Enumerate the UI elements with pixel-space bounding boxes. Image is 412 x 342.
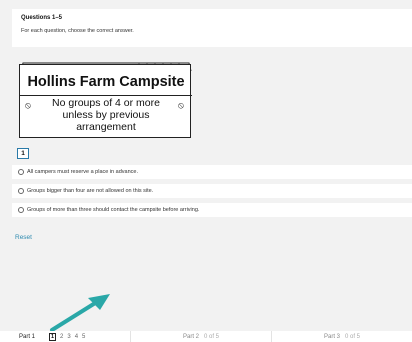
prohibited-icon: ⦸ (178, 100, 184, 110)
question-nav-button[interactable]: 3 (67, 334, 70, 340)
question-nav-button[interactable]: 4 (75, 334, 78, 340)
current-question-button[interactable]: 1 (49, 332, 57, 341)
campsite-sign-image: Hollins Farm Campsite ⦸ ⦸ No groups of 4… (19, 61, 194, 141)
question-number: 1 (17, 148, 29, 159)
pointer-arrow-icon (50, 294, 110, 332)
question-nav-button[interactable]: 5 (82, 334, 85, 340)
sign-line-1: No groups of 4 or more (52, 97, 160, 109)
part3-count: 0 of 5 (345, 333, 361, 340)
part1-label: Part 1 (19, 333, 36, 340)
part1-nav[interactable]: Part 1 1 2 3 4 5 (0, 331, 130, 342)
sign-body: No groups of 4 or more unless by previou… (42, 97, 170, 133)
instructions-panel: Questions 1–5 For each question, choose … (12, 9, 412, 47)
question-nav-button[interactable]: 2 (60, 334, 63, 340)
answer-option-b[interactable]: Groups bigger than four are not allowed … (12, 184, 412, 198)
question-navigation: Part 1 1 2 3 4 5 Part 2 0 of 5 Part 3 0 … (0, 331, 412, 342)
option-label: All campers must reserve a place in adva… (27, 169, 138, 175)
option-label: Groups bigger than four are not allowed … (27, 188, 154, 194)
answer-option-c[interactable]: Groups of more than three should contact… (12, 203, 412, 217)
part2-label: Part 2 (182, 333, 199, 340)
part3-label: Part 3 (323, 333, 340, 340)
sign-board: Hollins Farm Campsite ⦸ ⦸ No groups of 4… (19, 64, 192, 138)
reset-link[interactable]: Reset (15, 234, 32, 241)
part2-count: 0 of 5 (204, 333, 220, 340)
sign-line-2: unless by previous (62, 109, 150, 121)
prohibited-icon: ⦸ (25, 100, 31, 110)
sign-line-3: arrangement (76, 121, 136, 133)
option-label: Groups of more than three should contact… (27, 207, 200, 213)
instruction-text: For each question, choose the correct an… (21, 28, 134, 34)
part3-nav[interactable]: Part 3 0 of 5 (271, 331, 412, 342)
part2-nav[interactable]: Part 2 0 of 5 (130, 331, 271, 342)
questions-title: Questions 1–5 (21, 15, 63, 21)
sign-divider (20, 95, 192, 96)
radio-button[interactable] (18, 207, 24, 213)
sign-title: Hollins Farm Campsite (27, 74, 185, 90)
answer-option-a[interactable]: All campers must reserve a place in adva… (12, 165, 412, 179)
radio-button[interactable] (18, 188, 24, 194)
radio-button[interactable] (18, 169, 24, 175)
